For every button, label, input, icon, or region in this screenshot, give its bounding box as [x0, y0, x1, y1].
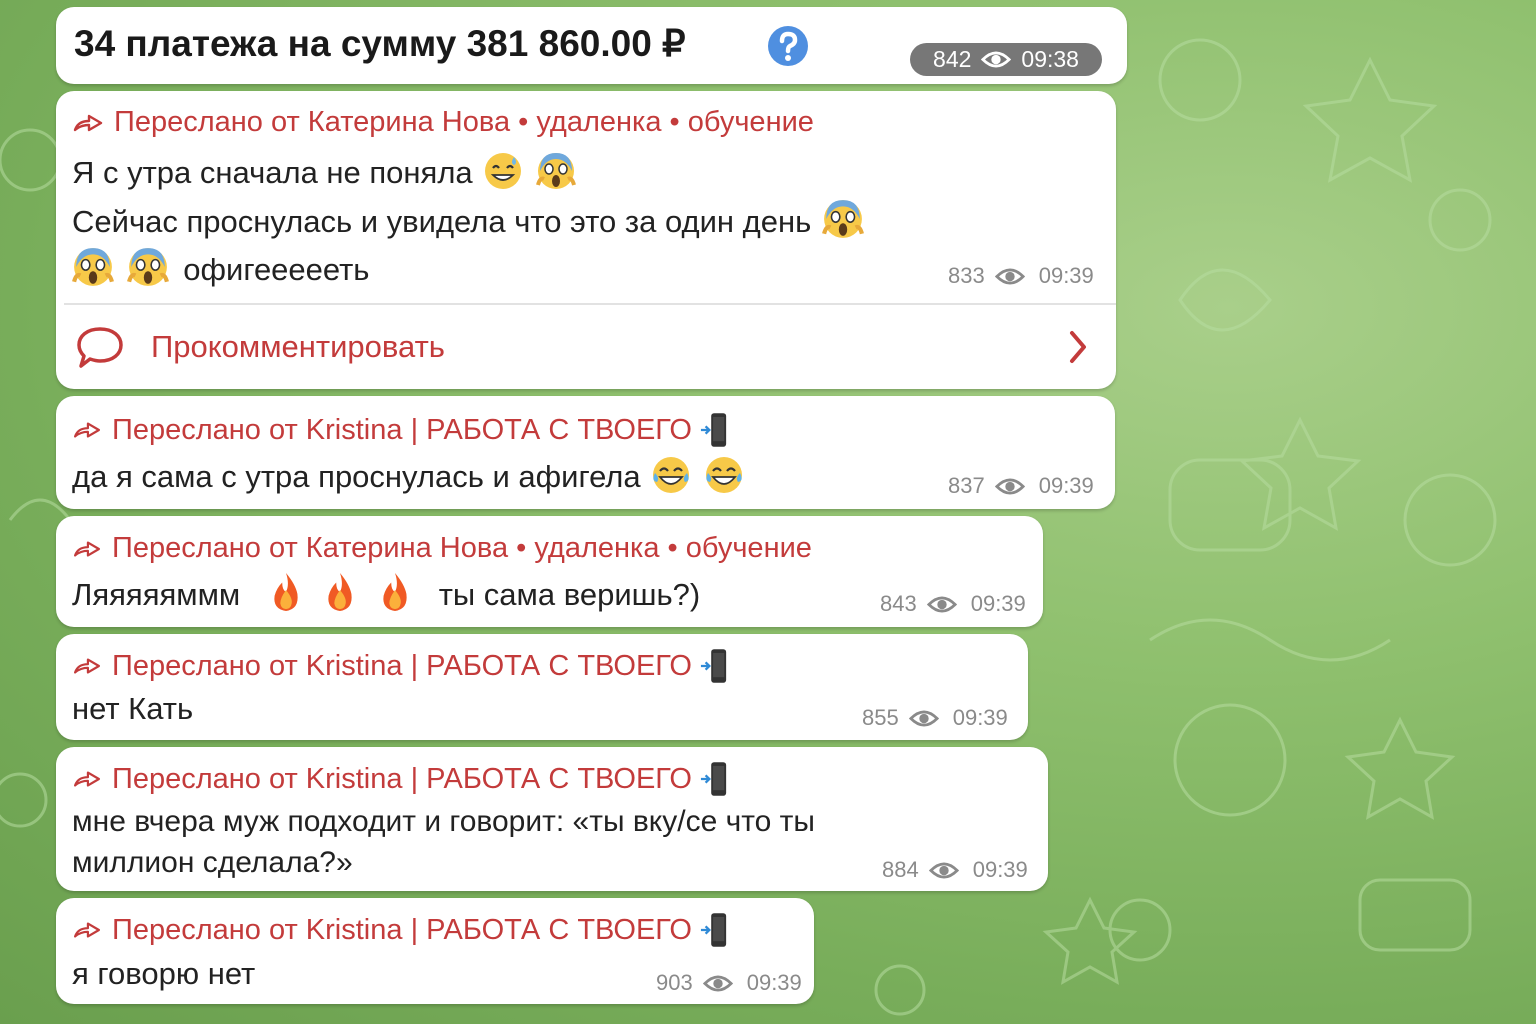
message-text: ты сама веришь?) — [438, 577, 701, 612]
message-text: Ляяяяяммм — [72, 577, 241, 612]
message-time: 09:39 — [1038, 473, 1094, 498]
message-line: я говорю нет — [72, 950, 255, 998]
message-meta: 837 09:39 — [948, 473, 1094, 499]
message-text: нет Кать — [72, 691, 194, 726]
view-count: 843 — [880, 591, 917, 616]
forwarded-from-link[interactable]: Переслано от Катерина Нова • удаленка • … — [72, 106, 814, 139]
view-count: 884 — [882, 857, 919, 882]
chevron-right-icon — [1070, 331, 1086, 363]
mobile-phone-arrow-icon — [700, 412, 728, 448]
eye-icon — [929, 860, 959, 881]
message-time: 09:39 — [952, 705, 1008, 730]
eye-icon — [995, 266, 1025, 287]
forwarded-from-label: Переслано от Kristina | РАБОТА С ТВОЕГО — [112, 649, 692, 682]
fire-emoji-icon — [321, 571, 359, 613]
message-time: 09:39 — [972, 857, 1028, 882]
forward-arrow-icon — [72, 538, 102, 560]
message-line: Сейчас проснулась и увидела что это за о… — [72, 198, 866, 246]
summary-meta-badge: 842 09:38 — [910, 43, 1102, 76]
message-meta: 884 09:39 — [882, 857, 1028, 883]
forwarded-message: Переслано от Kristina | РАБОТА С ТВОЕГО … — [56, 634, 1028, 740]
screaming-face-emoji-icon — [536, 151, 576, 191]
forward-arrow-icon — [72, 111, 104, 135]
fire-emoji-icon — [267, 571, 305, 613]
message-text: Сейчас проснулась и увидела что это за о… — [72, 204, 812, 239]
message-line: нет Кать — [72, 685, 193, 733]
forwarded-message: Переслано от Kristina | РАБОТА С ТВОЕГО … — [56, 898, 814, 1004]
forwarded-from-label: Переслано от Kristina | РАБОТА С ТВОЕГО — [112, 413, 692, 446]
eye-icon — [909, 708, 939, 729]
comment-button[interactable]: Прокомментировать — [56, 305, 1116, 389]
forwarded-from-link[interactable]: Переслано от Катерина Нова • удаленка • … — [72, 532, 812, 565]
summary-title: 34 платежа на сумму 381 860.00 ₽ — [74, 23, 686, 64]
message-time: 09:39 — [746, 970, 802, 995]
forward-arrow-icon — [72, 768, 102, 790]
message-time: 09:39 — [1038, 263, 1094, 288]
message-meta: 843 09:39 — [880, 591, 1026, 617]
eye-icon — [703, 973, 733, 994]
mobile-phone-arrow-icon — [700, 761, 728, 797]
forwarded-from-label: Переслано от Kristina | РАБОТА С ТВОЕГО — [112, 913, 692, 946]
view-count: 842 — [933, 46, 972, 72]
message-text: да я сама с утра проснулась и афигела — [72, 459, 641, 494]
forwarded-from-label: Переслано от Катерина Нова • удаленка • … — [114, 106, 814, 138]
message-text: я говорю нет — [72, 956, 256, 991]
message-text: офигеееееть — [183, 252, 370, 287]
forwarded-from-link[interactable]: Переслано от Kristina | РАБОТА С ТВОЕГО — [72, 412, 738, 448]
message-time: 09:38 — [1021, 46, 1079, 72]
message-line: Ляяяяяммм ты сама веришь?) — [72, 571, 700, 619]
mobile-phone-arrow-icon — [700, 648, 728, 684]
message-text: миллион сделала?» — [72, 846, 353, 879]
forwarded-message: Переслано от Катерина Нова • удаленка • … — [56, 91, 1116, 389]
eye-icon — [981, 51, 1012, 68]
message-line: Я с утра сначала не поняла — [72, 149, 578, 197]
view-count: 855 — [862, 705, 899, 730]
message-time: 09:39 — [970, 591, 1026, 616]
message-meta: 833 09:39 — [948, 263, 1094, 289]
tears-of-joy-emoji-icon — [704, 455, 744, 495]
comment-bubble-icon — [77, 327, 123, 368]
sweat-smile-emoji-icon — [483, 151, 523, 191]
message-meta: 855 09:39 — [862, 705, 1008, 731]
forwarded-message: Переслано от Kristina | РАБОТА С ТВОЕГО … — [56, 747, 1048, 891]
forwarded-from-link[interactable]: Переслано от Kristina | РАБОТА С ТВОЕГО — [72, 761, 738, 797]
screaming-face-emoji-icon — [72, 246, 114, 288]
forwarded-from-label: Переслано от Kristina | РАБОТА С ТВОЕГО — [112, 762, 692, 795]
screaming-face-emoji-icon — [822, 198, 864, 240]
message-meta: 903 09:39 — [656, 970, 802, 996]
eye-icon — [995, 476, 1025, 497]
forward-arrow-icon — [72, 655, 102, 677]
message-text: мне вчера муж подходит и говорит: «ты вк… — [72, 805, 815, 838]
forward-arrow-icon — [72, 919, 102, 941]
eye-icon — [927, 594, 957, 615]
forwarded-from-label: Переслано от Катерина Нова • удаленка • … — [112, 532, 812, 564]
payments-summary-message: 34 платежа на сумму 381 860.00 ₽ 842 09:… — [56, 7, 1127, 84]
fire-emoji-icon — [376, 571, 414, 613]
forward-arrow-icon — [72, 419, 102, 441]
tears-of-joy-emoji-icon — [651, 455, 691, 495]
forwarded-message: Переслано от Kristina | РАБОТА С ТВОЕГО … — [56, 396, 1115, 509]
forwarded-from-link[interactable]: Переслано от Kristina | РАБОТА С ТВОЕГО — [72, 648, 738, 684]
mobile-phone-arrow-icon — [700, 912, 728, 948]
forwarded-message: Переслано от Катерина Нова • удаленка • … — [56, 516, 1043, 627]
view-count: 903 — [656, 970, 693, 995]
help-icon[interactable] — [767, 25, 809, 67]
message-line: да я сама с утра проснулась и афигела — [72, 453, 746, 501]
view-count: 833 — [948, 263, 985, 288]
comment-label: Прокомментировать — [151, 329, 445, 364]
message-text: Я с утра сначала не поняла — [72, 155, 473, 190]
screaming-face-emoji-icon — [127, 246, 169, 288]
message-line: миллион сделала?» — [72, 839, 353, 887]
forwarded-from-link[interactable]: Переслано от Kristina | РАБОТА С ТВОЕГО — [72, 912, 738, 948]
message-line: офигеееееть — [72, 246, 369, 294]
view-count: 837 — [948, 473, 985, 498]
